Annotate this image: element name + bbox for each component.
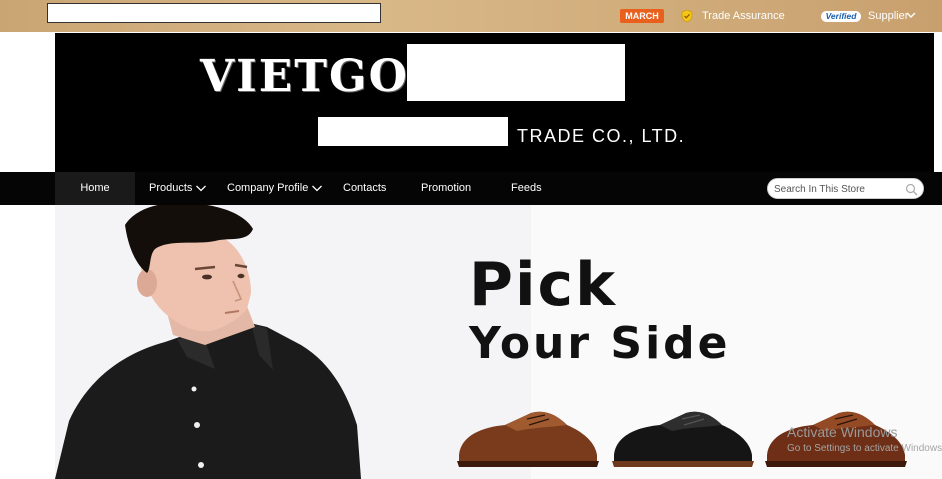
trade-assurance-link[interactable]: Trade Assurance [702,10,785,22]
chevron-down-icon [312,185,323,192]
nav-home[interactable]: Home [55,172,135,205]
redacted-block [407,44,625,101]
store-banner: VIETGO TRADE CO., LTD. [55,33,934,172]
chevron-down-icon [196,185,207,192]
black-shoe-image[interactable] [608,405,758,471]
march-promo-badge[interactable]: MARCH [620,9,664,23]
model-photo [55,205,361,479]
nav-label: Home [80,182,110,194]
windows-activation-subtext: Go to Settings to activate Windows. [787,443,942,454]
hero-headline-line2: Your Side [469,318,731,369]
redacted-block [318,117,508,146]
company-name-suffix: TRADE CO., LTD. [517,126,686,146]
nav-products[interactable]: Products [149,172,207,205]
nav-label: Products [149,182,193,194]
redacted-field [47,3,381,23]
supplier-menu[interactable]: Supplier [868,10,908,22]
nav-promotion[interactable]: Promotion [421,172,471,205]
chevron-down-icon[interactable] [906,11,916,19]
nav-label: Contacts [343,182,387,194]
nav-feeds[interactable]: Feeds [511,172,542,205]
brown-shoe-image[interactable] [453,405,603,471]
hero-banner[interactable]: Pick Your Side Activate Windows Go to Se… [55,205,942,479]
nav-company-profile[interactable]: Company Profile [227,172,323,205]
nav-label: Promotion [421,182,472,194]
nav-contacts[interactable]: Contacts [343,172,386,205]
search-input[interactable] [774,182,904,196]
store-search [767,178,924,199]
nav-label: Company Profile [227,182,309,194]
trade-assurance-icon [681,9,693,23]
search-icon[interactable] [905,183,918,196]
nav-label: Feeds [511,182,542,194]
store-logo[interactable]: VIETGO [200,51,409,102]
verified-badge: Verified [821,11,861,22]
windows-activation-watermark: Activate Windows [787,424,898,440]
hero-headline-line1: Pick [469,250,618,320]
top-bar: MARCH Trade Assurance Verified Supplier [0,0,942,32]
